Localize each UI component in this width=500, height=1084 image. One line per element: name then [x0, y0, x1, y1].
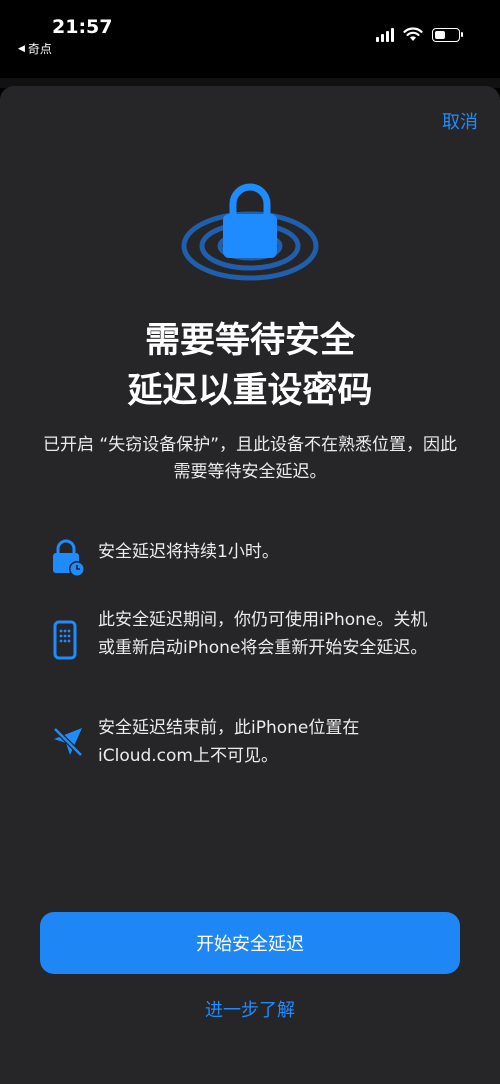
info-item-duration: 安全延迟将持续1小时。 — [50, 538, 460, 582]
title-line-2: 延迟以重设密码 — [127, 371, 373, 411]
info-item-text: 此安全延迟期间，你仍可使用iPhone。关机或重新启动iPhone将会重新开始安… — [98, 610, 428, 658]
location-slash-icon — [53, 727, 83, 757]
status-time: 21:57 — [52, 16, 113, 38]
status-bar: 21:57 ◀ 奇点 — [0, 0, 500, 60]
title-line-1: 需要等待安全 — [144, 321, 355, 361]
info-item-text: 安全延迟将持续1小时。 — [98, 542, 279, 562]
sheet-title: 需要等待安全 延迟以重设密码 — [0, 316, 500, 416]
sheet-subtitle: 已开启 “失窃设备保护”，且此设备不在熟悉位置，因此需要等待安全延迟。 — [42, 435, 458, 482]
back-app-label: 奇点 — [27, 42, 52, 56]
start-security-delay-button[interactable]: 开始安全延迟 — [40, 912, 460, 974]
back-to-app-button[interactable]: ◀ 奇点 — [18, 40, 52, 57]
back-triangle-icon: ◀ — [18, 43, 25, 54]
iphone-icon — [53, 620, 77, 660]
wifi-icon — [403, 27, 423, 41]
info-item-usage: 此安全延迟期间，你仍可使用iPhone。关机或重新启动iPhone将会重新开始安… — [50, 606, 460, 668]
status-indicators — [376, 27, 463, 42]
lock-clock-icon — [53, 539, 85, 577]
learn-more-link[interactable]: 进一步了解 — [0, 996, 500, 1022]
info-item-text: 安全延迟结束前，此iPhone位置在iCloud.com上不可见。 — [98, 718, 360, 766]
lock-hero — [0, 176, 500, 296]
info-item-location: 安全延迟结束前，此iPhone位置在iCloud.com上不可见。 — [50, 714, 460, 770]
security-delay-sheet: 取消 需要等待安全 延迟以重设密码 已开启 “失窃设备保护”，且此设备不在熟悉位… — [0, 86, 500, 1084]
lock-with-rings-icon — [181, 183, 319, 281]
cellular-signal-icon — [376, 27, 394, 42]
cancel-button[interactable]: 取消 — [442, 108, 478, 134]
battery-icon — [432, 27, 463, 42]
